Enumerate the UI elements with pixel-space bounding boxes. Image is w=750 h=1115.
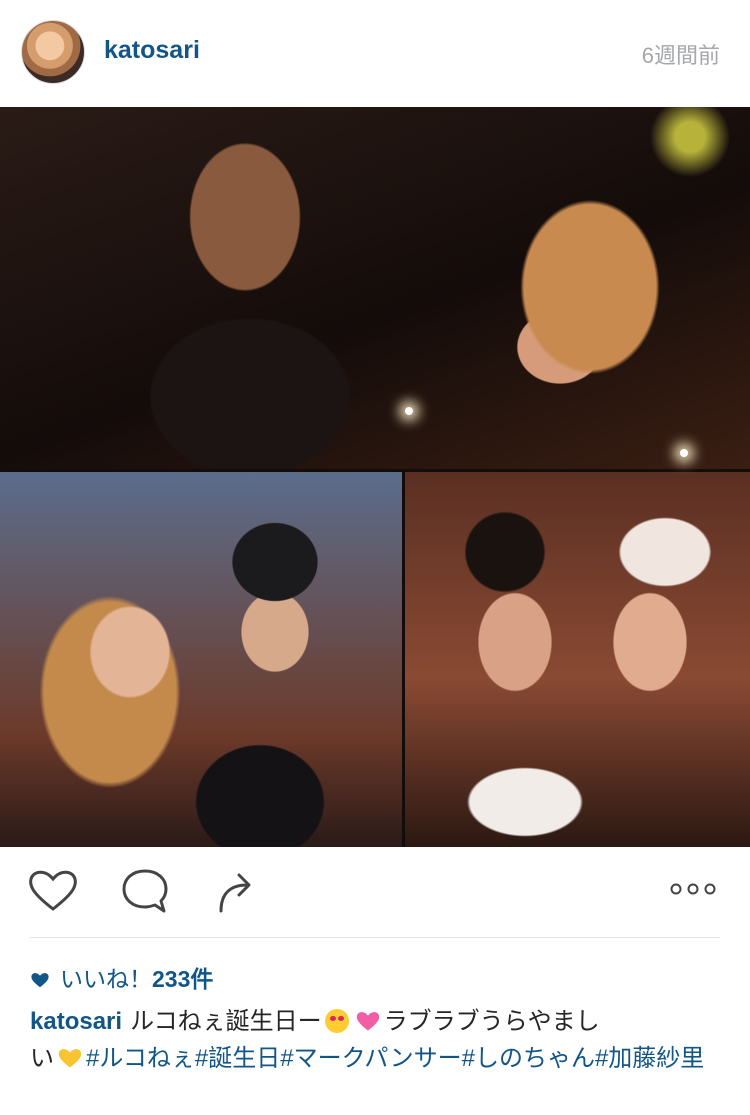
hashtag-link[interactable]: #誕生日 — [195, 1045, 280, 1072]
action-bar — [0, 847, 750, 935]
divider — [30, 937, 720, 938]
caption-text: ルコねぇ誕生日ー — [130, 1008, 322, 1035]
hashtag-link[interactable]: #しのちゃん — [462, 1045, 595, 1072]
heart-eyes-emoji-icon — [324, 1009, 349, 1033]
post-photo[interactable] — [0, 107, 750, 847]
share-arrow-icon[interactable] — [215, 867, 261, 920]
more-dots-icon[interactable] — [668, 881, 718, 902]
yellow-heart-emoji-icon — [57, 1044, 83, 1068]
caption-username[interactable]: katosari — [30, 1008, 122, 1035]
likes-count[interactable]: いいね！233件 — [30, 960, 213, 995]
heart-outline-icon[interactable] — [27, 867, 79, 918]
post-header: katosari 6週間前 — [0, 0, 750, 107]
hashtag-link[interactable]: #マークパンサー — [280, 1045, 461, 1072]
post-username[interactable]: katosari — [104, 36, 200, 65]
collage-photo-bottom-left — [0, 472, 402, 847]
sparkler-light — [680, 449, 688, 457]
comment-bubble-icon[interactable] — [120, 867, 170, 920]
caption-text: い — [30, 1045, 54, 1072]
collage-photo-top — [0, 107, 750, 469]
sparkler-light — [405, 407, 413, 415]
collage-photo-bottom-right — [405, 472, 750, 847]
post-timestamp: 6週間前 — [641, 43, 720, 68]
likes-label: いいね！ — [60, 966, 152, 992]
hashtag-link[interactable]: #ルコねぇ — [86, 1045, 195, 1072]
hashtag-link[interactable]: #加藤紗里 — [595, 1045, 704, 1072]
caption-text: ラブラブうらやまし — [383, 1008, 600, 1035]
sparkling-heart-emoji-icon — [355, 1007, 381, 1031]
post-caption: katosari ルコねぇ誕生日ー ラブラブうらやましい #ルコねぇ#誕生日#マークパ… — [30, 1003, 720, 1077]
heart-filled-icon — [30, 968, 50, 995]
avatar[interactable] — [21, 20, 85, 84]
likes-number: 233件 — [152, 966, 214, 992]
